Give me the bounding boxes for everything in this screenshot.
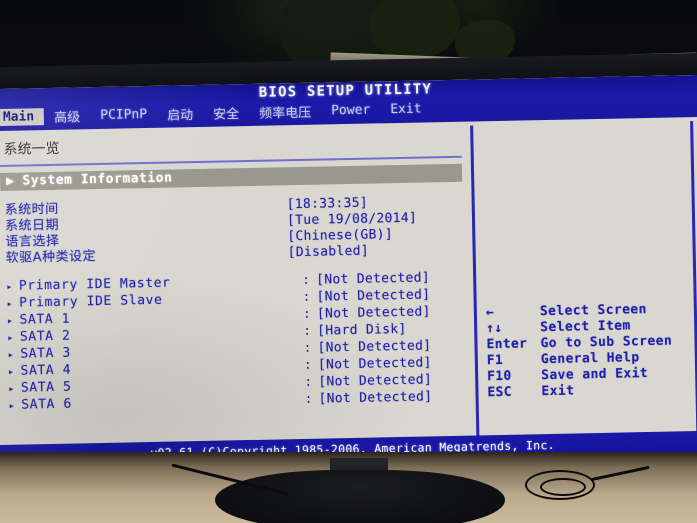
setting-value[interactable]: [18:33:35]	[287, 196, 369, 214]
device-status: [Not Detected]	[318, 372, 433, 390]
device-colon: :	[303, 323, 312, 339]
tab-power[interactable]: Power	[321, 101, 380, 119]
device-colon: :	[302, 272, 311, 288]
device-colon: :	[303, 357, 312, 373]
device-colon: :	[303, 340, 312, 356]
setting-value[interactable]: [Chinese(GB)]	[287, 227, 393, 245]
menu-spacer	[432, 103, 697, 108]
tab-启动[interactable]: 启动	[157, 103, 203, 125]
device-name: SATA 3	[20, 345, 71, 362]
device-name: SATA 2	[19, 328, 71, 345]
device-status: [Not Detected]	[317, 338, 432, 356]
submenu-arrow-icon: ▸	[6, 281, 14, 293]
submenu-arrow-icon: ▸	[7, 366, 15, 378]
legend-row: ESC Exit	[487, 382, 673, 402]
device-name: SATA 5	[20, 379, 72, 396]
bios-body: 系统一览 ▶ System Information 系统时间 [18:33:35] 系…	[0, 117, 697, 467]
device-colon: :	[302, 289, 311, 305]
legend-key: F1	[486, 352, 504, 369]
legend-description: Go to Sub Screen	[540, 333, 673, 352]
device-name: SATA 1	[19, 311, 71, 328]
legend-key: ↑↓	[486, 320, 503, 337]
device-name: Primary IDE Master	[18, 275, 171, 294]
setting-value[interactable]: [Tue 19/08/2014]	[287, 211, 417, 230]
device-status: [Hard Disk]	[317, 321, 407, 339]
device-colon: :	[304, 374, 313, 390]
coiled-cable-inner	[540, 478, 586, 496]
submenu-arrow-icon: ▸	[8, 383, 16, 395]
legend-key: ESC	[487, 384, 513, 401]
legend-key: F10	[487, 368, 512, 385]
tab-pcipnp[interactable]: PCIPnP	[90, 106, 157, 124]
legend-key: ←	[485, 305, 495, 321]
right-border	[690, 121, 697, 438]
device-status: [Not Detected]	[318, 389, 433, 407]
submenu-arrow-icon: ▶	[6, 173, 15, 189]
tab-高级[interactable]: 高级	[44, 105, 90, 127]
bios-screen: BIOS SETUP UTILITY Main 高级 PCIPnP 启动 安全 频率电压 P…	[0, 74, 697, 468]
submenu-arrow-icon: ▸	[7, 349, 15, 361]
help-pane: ← Select Screen ↑↓ Select Item Enter Go to Su…	[470, 117, 697, 457]
storage-device-list: ▸ Primary IDE Master: [Not Detected] ▸ Prima…	[2, 270, 476, 415]
legend-description: Save and Exit	[541, 366, 649, 384]
submenu-arrow-icon: ▸	[6, 315, 14, 327]
settings-list: 系统时间 [18:33:35] 系统日期 [Tue 19/08/2014] 语言选择 [C…	[1, 194, 473, 267]
tab-main[interactable]: Main	[0, 108, 45, 127]
submenu-arrow-icon: ▸	[8, 400, 16, 412]
submenu-arrow-icon: ▸	[7, 332, 15, 344]
device-status: [Not Detected]	[317, 355, 432, 373]
setting-value[interactable]: [Disabled]	[287, 244, 369, 262]
legend-description: Select Item	[540, 318, 631, 336]
tab-安全[interactable]: 安全	[203, 102, 249, 124]
monitor-stand-base	[215, 470, 505, 523]
legend-key: Enter	[486, 336, 528, 353]
tab-exit[interactable]: Exit	[380, 100, 432, 118]
device-status: [Not Detected]	[316, 304, 431, 322]
device-name: SATA 4	[20, 362, 72, 379]
legend-description: Exit	[541, 383, 575, 400]
key-legend: ← Select Screen ↑↓ Select Item Enter Go to Su…	[486, 302, 674, 402]
device-status: [Not Detected]	[316, 270, 431, 288]
settings-pane: 系统一览 ▶ System Information 系统时间 [18:33:35] 系…	[0, 122, 477, 468]
submenu-arrow-icon: ▸	[6, 298, 14, 310]
photo-scene: LG BIOS SETUP UTILITY Main高级PCIPnP启动安全频率…	[0, 0, 697, 523]
device-status: [Not Detected]	[316, 287, 431, 305]
device-colon: :	[304, 391, 313, 407]
tab-频率电压[interactable]: 频率电压	[249, 101, 321, 123]
lg-monitor: LG BIOS SETUP UTILITY Main高级PCIPnP启动安全频率…	[0, 52, 697, 523]
device-colon: :	[302, 306, 311, 322]
device-name: SATA 6	[21, 396, 72, 413]
system-information-label: System Information	[22, 170, 173, 189]
device-name: Primary IDE Slave	[19, 292, 163, 311]
